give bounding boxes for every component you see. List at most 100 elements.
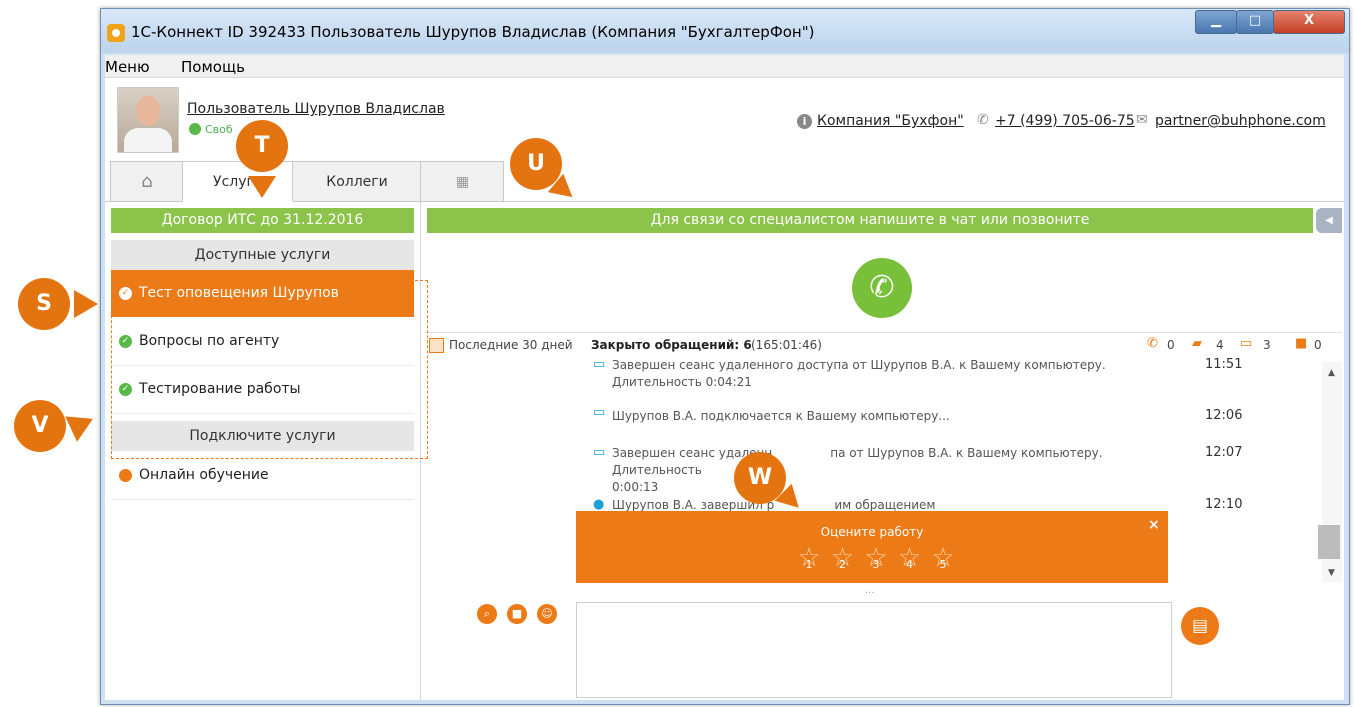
log-time: 12:10: [1205, 497, 1243, 512]
star-2-button[interactable]: ☆ 2: [830, 545, 856, 571]
callout-arrow-s: [74, 290, 98, 318]
log-time: 12:07: [1205, 445, 1243, 460]
title-bar[interactable]: 1С-Коннект ID 392433 Пользователь Шурупо…: [101, 9, 1349, 53]
phone-icon: ✆: [977, 112, 989, 128]
callout-arrow-t: [248, 176, 276, 198]
user-icon: ●: [593, 497, 605, 512]
phone-icon: ✆: [869, 270, 895, 305]
status-icon: [189, 123, 201, 135]
resize-handle[interactable]: ...: [865, 585, 875, 596]
menu-bar: Меню Помощь: [105, 55, 1344, 78]
tab-apps[interactable]: ▦: [420, 161, 504, 201]
emoji-button[interactable]: ☺: [537, 604, 557, 624]
star-label: 1: [805, 558, 813, 571]
contract-header: Договор ИТС до 31.12.2016: [111, 208, 414, 233]
scroll-up-icon[interactable]: ▲: [1328, 368, 1335, 378]
remote-icon: ▭: [1240, 336, 1253, 351]
avatar-shirt: [124, 128, 172, 152]
collapse-panel-button[interactable]: ◀: [1316, 208, 1342, 233]
calls-icon: ✆: [1147, 336, 1158, 351]
minimize-button[interactable]: ▁: [1195, 10, 1237, 34]
chats-count: 4: [1216, 338, 1224, 352]
tab-colleagues[interactable]: Коллеги: [292, 161, 422, 201]
closed-requests-label: Закрыто обращений: 6: [591, 338, 752, 352]
tab-services[interactable]: Услуги: [182, 161, 294, 203]
available-services-header: Доступные услуги: [111, 240, 414, 270]
star-label: 3: [872, 558, 880, 571]
mail-icon: ✉: [1136, 112, 1148, 128]
star-5-button[interactable]: ☆ 5: [930, 545, 956, 571]
save-button[interactable]: ■: [507, 604, 527, 624]
remote-access-icon: ▭: [593, 445, 606, 460]
clock-icon: [119, 469, 132, 482]
avatar-head: [136, 96, 160, 126]
tab-bar: ⌂ Услуги Коллеги ▦: [105, 161, 1344, 203]
callout-badge-s: S: [18, 278, 70, 330]
rating-stars: ☆ 1 ☆ 2 ☆ 3 ☆ 4 ☆ 5: [796, 545, 956, 571]
rating-title: Оцените работу: [820, 525, 924, 539]
send-message-button[interactable]: ▤: [1181, 607, 1219, 645]
callout-badge-v: V: [14, 400, 66, 452]
star-label: 4: [906, 558, 913, 571]
service-label: Онлайн обучение: [139, 467, 269, 483]
calls-count: 0: [1167, 338, 1175, 352]
chat-input[interactable]: [576, 602, 1172, 698]
scroll-thumb[interactable]: [1318, 525, 1340, 559]
email-link[interactable]: partner@buhphone.com: [1155, 113, 1326, 129]
home-icon: ⌂: [141, 171, 153, 192]
log-text: Шурупов В.А. подключается к Вашему компь…: [612, 409, 950, 423]
search-button[interactable]: ⌕: [477, 604, 497, 624]
status-text[interactable]: Своб: [205, 123, 233, 136]
service-item-online-training[interactable]: Онлайн обучение: [111, 452, 414, 500]
app-window: 1С-Коннект ID 392433 Пользователь Шурупо…: [100, 8, 1350, 705]
highlight-frame: [111, 280, 428, 459]
log-time: 11:51: [1205, 357, 1243, 372]
duration-label: (165:01:46): [751, 338, 822, 352]
callout-arrow-v: [65, 406, 99, 442]
tab-home[interactable]: ⌂: [110, 161, 184, 201]
menu-item-menu[interactable]: Меню: [105, 58, 150, 76]
avatar: [117, 87, 179, 153]
log-text-part: им обращением: [834, 498, 936, 512]
calendar-icon[interactable]: [429, 338, 444, 353]
log-text-part: 0:00:13: [612, 480, 659, 494]
log-text: Завершен сеанс удаленн па от Шурупов В.А.…: [612, 445, 1172, 496]
callout-badge-u: U: [510, 138, 562, 190]
star-label: 5: [939, 558, 947, 571]
rating-close-button[interactable]: ×: [1148, 517, 1160, 533]
remote-count: 3: [1263, 338, 1271, 352]
star-4-button[interactable]: ☆ 4: [897, 545, 923, 571]
log-time: 12:06: [1205, 408, 1243, 423]
period-label[interactable]: Последние 30 дней: [449, 338, 573, 352]
rating-panel: Оцените работу × ☆ 1 ☆ 2 ☆ 3 ☆ 4 ☆ 5: [576, 511, 1168, 583]
window-title: 1С-Коннект ID 392433 Пользователь Шурупо…: [131, 23, 815, 41]
scroll-down-icon[interactable]: ▼: [1328, 568, 1335, 578]
callout-badge-t: T: [236, 120, 288, 172]
call-button[interactable]: ✆: [852, 258, 912, 318]
company-link[interactable]: Компания "Бухфон": [817, 113, 964, 129]
search-icon: ⌕: [483, 607, 491, 620]
saved-count: 0: [1314, 338, 1322, 352]
remote-access-icon: ▭: [593, 405, 606, 420]
user-name-link[interactable]: Пользователь Шурупов Владислав: [187, 101, 445, 117]
star-3-button[interactable]: ☆ 3: [863, 545, 889, 571]
app-logo-icon: [107, 24, 125, 42]
star-1-button[interactable]: ☆ 1: [796, 545, 822, 571]
save-icon: ■: [511, 607, 523, 620]
phone-link[interactable]: +7 (499) 705-06-75: [995, 113, 1135, 129]
window-content: Меню Помощь Пользователь Шурупов Владисл…: [105, 55, 1344, 700]
log-text: Завершен сеанс удаленного доступа от Шур…: [612, 358, 1106, 389]
maximize-button[interactable]: □: [1236, 10, 1274, 34]
close-button[interactable]: X: [1273, 10, 1345, 34]
saved-icon: ■: [1295, 336, 1308, 351]
star-label: 2: [839, 558, 846, 571]
grid-icon: ▦: [455, 174, 469, 190]
chat-send-icon: ▤: [1191, 616, 1209, 636]
menu-item-help[interactable]: Помощь: [181, 58, 245, 76]
monitor-icon: ▭: [593, 357, 606, 372]
info-icon: i: [797, 114, 812, 129]
chats-icon: ▰: [1192, 336, 1202, 351]
smile-icon: ☺: [541, 607, 553, 620]
stats-bar: Последние 30 дней Закрыто обращений: 6 (…: [425, 332, 1342, 355]
chat-panel: Для связи со специалистом напишите в чат…: [425, 202, 1344, 700]
